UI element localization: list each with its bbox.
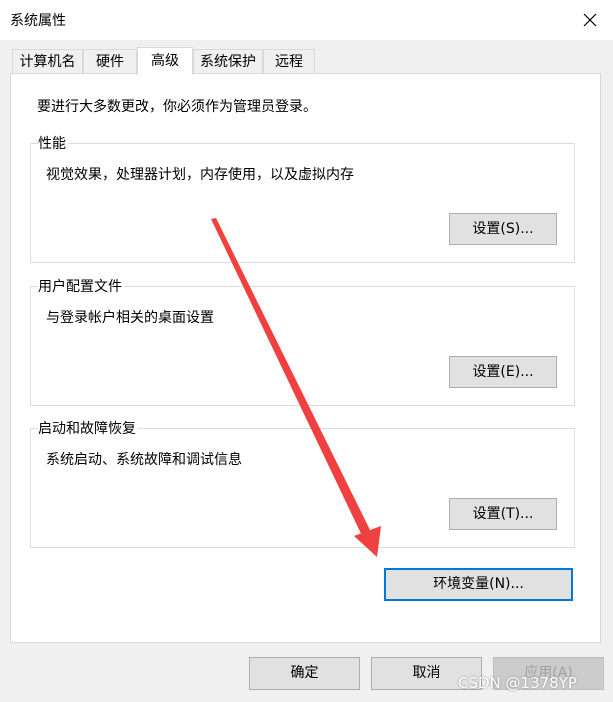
tab-remote[interactable]: 远程: [263, 49, 315, 73]
tab-system-protection[interactable]: 系统保护: [193, 49, 263, 73]
watermark: CSDN @1378YP: [458, 674, 577, 692]
startup-recovery-group: [30, 428, 575, 548]
window-title: 系统属性: [10, 13, 66, 29]
performance-group-title: 性能: [38, 133, 68, 153]
startup-recovery-group-title: 启动和故障恢复: [38, 418, 138, 438]
user-profiles-settings-button[interactable]: 设置(E)...: [449, 356, 557, 388]
startup-recovery-description: 系统启动、系统故障和调试信息: [46, 452, 242, 468]
tab-advanced[interactable]: 高级: [137, 47, 193, 75]
user-profiles-group-title: 用户配置文件: [38, 276, 124, 296]
tab-hardware[interactable]: 硬件: [83, 49, 137, 73]
performance-description: 视觉效果，处理器计划，内存使用，以及虚拟内存: [46, 167, 354, 183]
performance-group: [30, 143, 575, 263]
close-button[interactable]: [572, 4, 608, 36]
startup-recovery-settings-button[interactable]: 设置(T)...: [449, 498, 557, 530]
tab-computer-name[interactable]: 计算机名: [12, 49, 83, 73]
ok-button[interactable]: 确定: [249, 657, 360, 690]
environment-variables-button[interactable]: 环境变量(N)...: [384, 568, 573, 601]
title-bar: 系统属性: [0, 0, 613, 40]
admin-notice: 要进行大多数更改，你必须作为管理员登录。: [37, 99, 317, 115]
performance-settings-button[interactable]: 设置(S)...: [449, 213, 557, 245]
user-profiles-description: 与登录帐户相关的桌面设置: [46, 310, 214, 326]
user-profiles-group: [30, 286, 575, 406]
close-icon: [583, 13, 597, 27]
